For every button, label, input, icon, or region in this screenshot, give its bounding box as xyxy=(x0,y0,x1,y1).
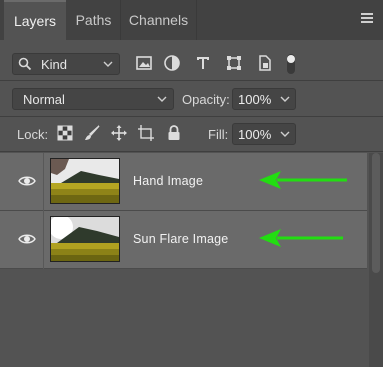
filter-kind-dropdown[interactable]: Kind xyxy=(12,53,120,75)
chevron-down-icon xyxy=(157,96,167,102)
tab-channels[interactable]: Channels xyxy=(121,0,197,40)
lock-all-icon[interactable] xyxy=(165,124,183,142)
hand-image-thumbnail xyxy=(51,159,119,203)
layers-panel: Layers Paths Channels Kind Normal Opacit… xyxy=(0,0,383,367)
blend-mode-label: Normal xyxy=(23,92,65,107)
panel-menu-icon[interactable] xyxy=(359,10,375,26)
type-filter-icon[interactable] xyxy=(194,54,212,72)
tab-paths[interactable]: Paths xyxy=(67,0,121,40)
fill-field[interactable]: 100% xyxy=(232,123,296,145)
divider xyxy=(0,80,383,81)
divider xyxy=(43,153,44,211)
green-arrow-annotation xyxy=(259,229,343,247)
chevron-down-icon xyxy=(103,61,113,67)
image-filter-icon[interactable] xyxy=(135,54,153,72)
chevron-down-icon[interactable] xyxy=(279,128,291,140)
fill-value: 100% xyxy=(238,127,272,142)
shape-filter-icon[interactable] xyxy=(225,54,243,72)
filter-kind-label: Kind xyxy=(41,57,68,72)
fill-label: Fill: xyxy=(208,127,229,142)
layer-thumbnail[interactable] xyxy=(50,216,120,262)
tab-layers[interactable]: Layers xyxy=(4,0,66,40)
filter-toggle-icon[interactable] xyxy=(282,52,300,76)
opacity-value: 100% xyxy=(238,92,272,107)
scrollbar-thumb[interactable] xyxy=(372,153,380,273)
green-arrow-annotation xyxy=(259,171,347,189)
layer-row[interactable]: Sun Flare Image xyxy=(0,211,367,269)
visibility-eye-icon[interactable] xyxy=(18,232,36,246)
layers-scrollbar[interactable] xyxy=(369,153,383,367)
chevron-down-icon[interactable] xyxy=(279,93,291,105)
layer-row[interactable]: Hand Image xyxy=(0,153,367,211)
search-icon xyxy=(18,57,32,71)
lock-label: Lock: xyxy=(17,127,49,142)
opacity-field[interactable]: 100% xyxy=(232,88,296,110)
blend-mode-dropdown[interactable]: Normal xyxy=(12,88,174,110)
divider xyxy=(0,116,383,117)
layer-thumbnail[interactable] xyxy=(50,158,120,204)
visibility-eye-icon[interactable] xyxy=(18,174,36,188)
lock-artboard-icon[interactable] xyxy=(137,124,155,142)
opacity-label: Opacity: xyxy=(182,92,230,107)
sun-flare-image-thumbnail xyxy=(51,217,119,261)
lock-position-icon[interactable] xyxy=(110,124,128,142)
layer-name[interactable]: Sun Flare Image xyxy=(133,232,228,246)
divider xyxy=(0,151,383,152)
lock-image-pixels-icon[interactable] xyxy=(83,124,101,142)
smart-object-filter-icon[interactable] xyxy=(255,54,273,72)
lock-transparent-pixels-icon[interactable] xyxy=(56,124,74,142)
panel-tab-bar: Layers Paths Channels xyxy=(0,0,383,40)
layer-name[interactable]: Hand Image xyxy=(133,174,203,188)
adjustment-filter-icon[interactable] xyxy=(163,54,181,72)
divider xyxy=(43,211,44,269)
